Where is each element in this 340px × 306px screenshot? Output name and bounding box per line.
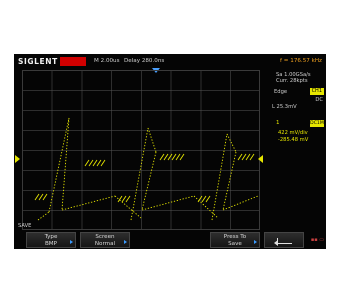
trigger-info[interactable]: Edge CH1 <box>264 88 326 96</box>
top-status-bar: SIGLENT M 2.00us Delay 280.0ns f = 176.5… <box>14 54 326 70</box>
softkey-screen-value: Normal <box>94 240 116 247</box>
waveform-segment <box>147 127 157 153</box>
waveform-segment <box>84 159 106 167</box>
info-side-panel: Sa 1.00GSa/s Curr. 28kpts Edge CH1 DC L … <box>264 70 326 230</box>
waveform-segment <box>61 117 70 211</box>
frequency-readout: f = 176.57 kHz <box>280 58 322 64</box>
channel1-offset: -285.48 mV <box>278 137 309 143</box>
oscilloscope-screen: SIGLENT M 2.00us Delay 280.0ns f = 176.5… <box>14 54 326 249</box>
waveform-segment <box>141 195 195 211</box>
trigger-type: Edge <box>274 89 288 95</box>
knob-select-icon <box>124 240 127 244</box>
waveform-segment <box>222 151 237 211</box>
softkey-screen[interactable]: Screen Normal <box>80 232 130 248</box>
waveform-segment <box>159 153 185 161</box>
status-tray-icons: ▪▪ ▭ <box>310 237 324 243</box>
channel1-scale: 422 mV/div <box>278 130 308 136</box>
waveform-segment <box>48 117 70 213</box>
softkey-save-value: Save <box>228 240 242 247</box>
waveform-segment <box>37 211 50 221</box>
run-stop-indicator[interactable] <box>60 57 86 66</box>
channel1-info[interactable]: 1 DC1M <box>264 120 326 128</box>
ch1-offset-marker[interactable] <box>15 155 20 163</box>
softkey-menu: Type BMP Screen Normal Press To Save ▪▪ … <box>14 230 326 249</box>
knob-select-icon <box>254 240 257 244</box>
softkey-type[interactable]: Type BMP <box>26 232 76 248</box>
trigger-coupling: DC <box>315 97 323 103</box>
waveform-segment <box>222 195 259 211</box>
waveform-segment <box>237 153 255 161</box>
return-arrow-icon <box>274 238 292 246</box>
trigger-level-marker[interactable] <box>258 155 263 163</box>
softkey-return[interactable] <box>264 232 304 248</box>
timebase-readout[interactable]: M 2.00us <box>94 58 120 64</box>
menu-title: SAVE <box>18 223 32 229</box>
trigger-source-badge: CH1 <box>309 88 324 95</box>
trigger-level: L 25.3mV <box>272 104 297 110</box>
softkey-press-to-save[interactable]: Press To Save <box>210 232 260 248</box>
waveform-segment <box>130 127 149 221</box>
acquisition-info: Sa 1.00GSa/s Curr. 28kpts <box>276 72 311 84</box>
waveform-segment <box>226 133 237 153</box>
brand-logo: SIGLENT <box>18 57 58 66</box>
waveform-segment <box>61 195 116 211</box>
softkey-type-value: BMP <box>44 240 58 247</box>
delay-readout[interactable]: Delay 280.0ns <box>124 58 164 64</box>
waveform-segment <box>197 195 211 203</box>
memory-depth: Curr. 28kpts <box>276 78 308 84</box>
channel1-number: 1 <box>276 120 280 126</box>
waveform-segment <box>211 133 228 221</box>
channel1-coupling-badge: DC1M <box>310 120 324 127</box>
knob-select-icon <box>70 240 73 244</box>
waveform-segment <box>117 195 131 203</box>
ch1-waveform <box>34 117 259 221</box>
waveform-segment <box>34 193 48 201</box>
waveform-segment <box>141 151 157 211</box>
